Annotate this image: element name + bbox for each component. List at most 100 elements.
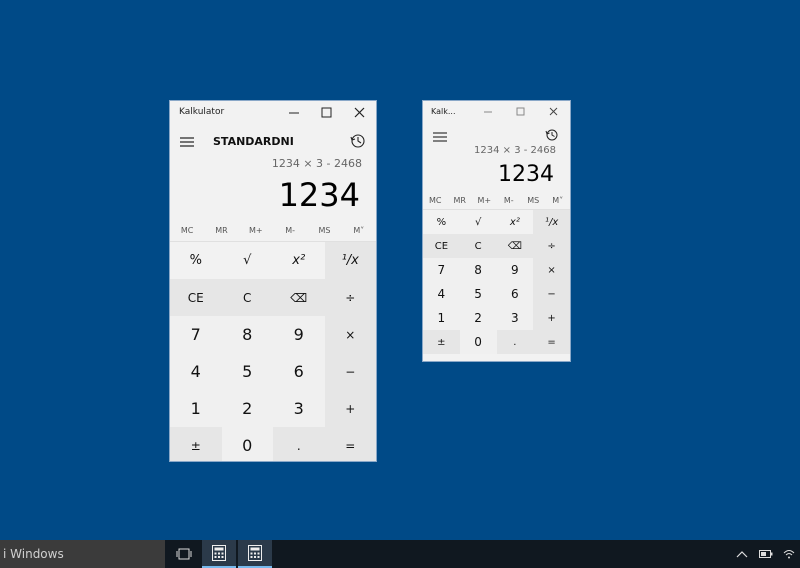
equals-button[interactable]: = — [324, 427, 376, 461]
digit-2-button[interactable]: 2 — [459, 306, 497, 330]
memory-m-minus-button[interactable]: M- — [497, 191, 522, 209]
clear-entry-button[interactable]: CE — [170, 279, 222, 316]
decimal-button[interactable]: . — [496, 330, 534, 354]
history-button[interactable] — [545, 127, 559, 146]
button-row: 1 2 3 + — [170, 390, 376, 427]
percent-button[interactable]: % — [170, 242, 222, 279]
task-view-button[interactable] — [170, 540, 198, 568]
title-bar[interactable]: Kalk... — [423, 101, 570, 123]
calculator-window-large: Kalkulator STANDARDNI 1234 × 3 - 2468 12… — [169, 100, 377, 462]
memory-m-list-button[interactable]: M˅ — [546, 191, 571, 209]
close-button[interactable] — [346, 101, 374, 125]
memory-m-list-button[interactable]: M˅ — [342, 219, 376, 241]
task-view-icon — [176, 548, 192, 560]
negate-button[interactable]: ± — [170, 427, 222, 461]
equals-button[interactable]: = — [533, 330, 570, 354]
calculator-window-small: Kalk... 1234 × 3 - 2468 1234 MC MR M+ M-… — [422, 100, 571, 362]
digit-9-button[interactable]: 9 — [496, 258, 534, 282]
hamburger-menu-button[interactable] — [179, 134, 195, 153]
digit-7-button[interactable]: 7 — [170, 316, 222, 353]
memory-m-plus-button[interactable]: M+ — [472, 191, 497, 209]
sqrt-button[interactable]: √ — [460, 210, 497, 234]
expression-display: 1234 × 3 - 2468 — [474, 145, 556, 156]
backspace-button[interactable]: ⌫ — [497, 234, 534, 258]
maximize-button[interactable] — [508, 101, 532, 123]
button-row: 4 5 6− — [170, 353, 376, 390]
digit-2-button[interactable]: 2 — [221, 390, 273, 427]
memory-mc-button[interactable]: MC — [170, 219, 204, 241]
sqrt-button[interactable]: √ — [222, 242, 274, 279]
close-icon — [354, 107, 365, 118]
memory-mr-button[interactable]: MR — [448, 191, 473, 209]
backspace-button[interactable]: ⌫ — [273, 279, 325, 316]
show-hidden-icons-button[interactable] — [732, 540, 752, 568]
button-row: CE C ⌫ ÷ — [423, 234, 570, 258]
reciprocal-button[interactable]: ¹/x — [533, 210, 570, 234]
digit-0-button[interactable]: 0 — [459, 330, 497, 354]
hamburger-icon — [180, 137, 194, 147]
button-row: % √ x² ¹/x — [170, 241, 376, 279]
digit-9-button[interactable]: 9 — [273, 316, 325, 353]
window-title: Kalkulator — [179, 107, 225, 117]
clear-entry-button[interactable]: CE — [423, 234, 460, 258]
decimal-button[interactable]: . — [273, 427, 325, 461]
digit-4-button[interactable]: 4 — [170, 353, 222, 390]
square-button[interactable]: x² — [273, 242, 325, 279]
percent-button[interactable]: % — [423, 210, 460, 234]
calculator-icon — [212, 545, 226, 561]
taskbar: i Windows — [0, 540, 800, 568]
history-icon — [350, 134, 365, 148]
minimize-icon — [484, 111, 492, 113]
hamburger-icon — [433, 132, 447, 142]
digit-8-button[interactable]: 8 — [459, 258, 497, 282]
memory-mr-button[interactable]: MR — [204, 219, 238, 241]
maximize-icon — [321, 107, 332, 118]
digit-4-button[interactable]: 4 — [423, 282, 460, 306]
battery-button[interactable] — [756, 540, 776, 568]
memory-ms-button[interactable]: MS — [307, 219, 341, 241]
clear-button[interactable]: C — [460, 234, 497, 258]
multiply-button[interactable]: × — [533, 258, 570, 282]
minimize-button[interactable] — [280, 101, 308, 125]
minimize-button[interactable] — [476, 101, 500, 123]
add-button[interactable]: + — [533, 306, 570, 330]
history-button[interactable] — [350, 133, 366, 153]
close-button[interactable] — [542, 101, 566, 123]
taskbar-calculator-2[interactable] — [238, 540, 272, 568]
digit-6-button[interactable]: 6 — [273, 353, 325, 390]
digit-3-button[interactable]: 3 — [273, 390, 325, 427]
reciprocal-button[interactable]: ¹/x — [324, 242, 376, 279]
digit-8-button[interactable]: 8 — [221, 316, 273, 353]
close-icon — [549, 107, 558, 116]
multiply-button[interactable]: × — [324, 316, 376, 353]
add-button[interactable]: + — [324, 390, 376, 427]
network-button[interactable] — [780, 540, 798, 568]
digit-5-button[interactable]: 5 — [221, 353, 273, 390]
taskbar-calculator-1[interactable] — [202, 540, 236, 568]
digit-6-button[interactable]: 6 — [496, 282, 534, 306]
result-display: 1234 — [498, 162, 554, 187]
memory-ms-button[interactable]: MS — [521, 191, 546, 209]
clear-button[interactable]: C — [222, 279, 274, 316]
memory-m-minus-button[interactable]: M- — [273, 219, 307, 241]
square-button[interactable]: x² — [497, 210, 534, 234]
digit-1-button[interactable]: 1 — [170, 390, 222, 427]
header-bar — [423, 123, 570, 145]
digit-0-button[interactable]: 0 — [221, 427, 273, 461]
negate-button[interactable]: ± — [423, 330, 460, 354]
digit-7-button[interactable]: 7 — [423, 258, 460, 282]
digit-5-button[interactable]: 5 — [459, 282, 497, 306]
memory-m-plus-button[interactable]: M+ — [239, 219, 273, 241]
maximize-button[interactable] — [312, 101, 340, 125]
divide-button[interactable]: ÷ — [324, 279, 376, 316]
hamburger-menu-button[interactable] — [432, 128, 448, 147]
memory-mc-button[interactable]: MC — [423, 191, 448, 209]
subtract-button[interactable]: − — [533, 282, 570, 306]
digit-1-button[interactable]: 1 — [423, 306, 460, 330]
digit-3-button[interactable]: 3 — [496, 306, 534, 330]
subtract-button[interactable]: − — [324, 353, 376, 390]
divide-button[interactable]: ÷ — [533, 234, 570, 258]
title-bar[interactable]: Kalkulator — [170, 101, 376, 125]
search-box[interactable]: i Windows — [0, 540, 165, 568]
button-row: 7 8 9 × — [423, 258, 570, 282]
